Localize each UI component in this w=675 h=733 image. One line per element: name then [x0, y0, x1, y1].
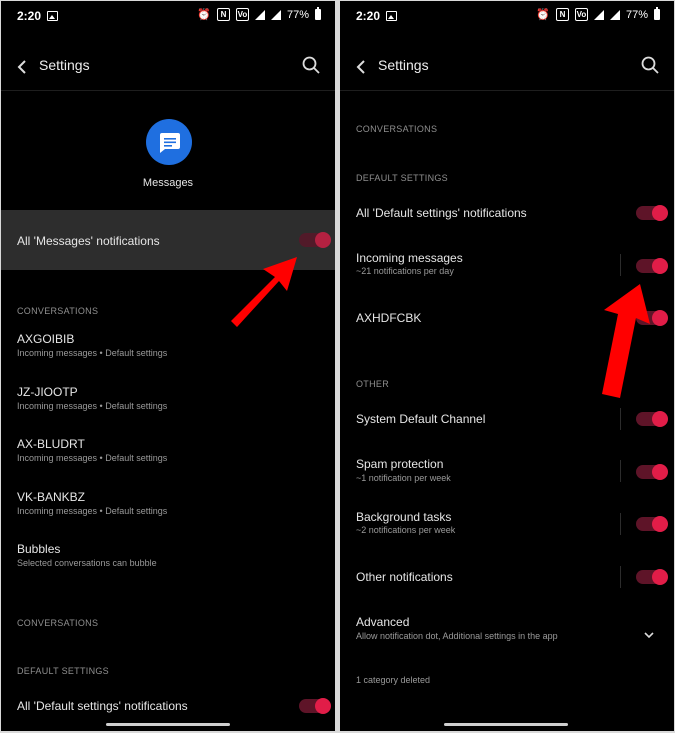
default-settings-header: DEFAULT SETTINGS	[17, 666, 109, 676]
background-tasks-title: Background tasks	[356, 510, 452, 524]
advanced-title: Advanced	[356, 615, 410, 629]
search-icon[interactable]	[640, 55, 660, 75]
app-bar-divider	[340, 90, 674, 91]
app-name: Messages	[142, 177, 194, 189]
volte-icon: Vo	[235, 8, 249, 21]
conversation-subtitle: Incoming messages • Default settings	[17, 401, 168, 411]
signal-icon	[609, 9, 620, 20]
incoming-messages-title: Incoming messages	[356, 251, 463, 265]
right-screen: 2:20 ⏰ N Vo 77% Settings CONVERSATIONS D…	[340, 1, 674, 731]
conversation-title: JZ-JIOOTP	[17, 385, 78, 399]
advanced-subtitle: Allow notification dot, Additional setti…	[356, 631, 558, 641]
gallery-icon	[47, 11, 58, 21]
battery-icon	[315, 7, 321, 20]
all-messages-notifications-label: All 'Messages' notifications	[17, 234, 160, 248]
incoming-messages-toggle[interactable]	[636, 258, 668, 274]
other-notifications-title: Other notifications	[356, 570, 453, 584]
row-separator	[620, 408, 621, 430]
signal-4g-icon	[593, 9, 604, 20]
chat-bubble-icon	[160, 133, 180, 153]
spam-protection-toggle[interactable]	[636, 464, 668, 480]
default-all-toggle[interactable]	[636, 205, 668, 221]
messages-app-icon	[146, 119, 192, 165]
axhdfcbk-title: AXHDFCBK	[356, 311, 422, 325]
conversation-title: VK-BANKBZ	[17, 490, 86, 504]
red-arrow-annotation	[231, 257, 297, 327]
conversations-header: CONVERSATIONS	[17, 306, 99, 316]
red-arrow-annotation	[602, 284, 650, 398]
status-bar: 2:20 ⏰ N Vo 77%	[340, 1, 674, 33]
nfc-icon: N	[555, 8, 569, 21]
battery-percent: 77%	[286, 8, 309, 21]
signal-4g-icon	[254, 9, 265, 20]
row-separator	[620, 566, 621, 588]
status-time: 2:20	[356, 9, 381, 23]
page-title: Settings	[39, 57, 90, 73]
default-settings-header: DEFAULT SETTINGS	[356, 173, 448, 183]
bubbles-subtitle: Selected conversations can bubble	[17, 558, 157, 568]
incoming-messages-subtitle: ~21 notifications per day	[356, 266, 454, 276]
default-all-notifications-label: All 'Default settings' notifications	[356, 206, 527, 220]
search-icon[interactable]	[301, 55, 321, 75]
app-bar: Settings	[1, 41, 335, 89]
signal-icon	[270, 9, 281, 20]
conversation-subtitle: Incoming messages • Default settings	[17, 348, 168, 358]
system-default-channel-toggle[interactable]	[636, 411, 668, 427]
battery-icon	[654, 7, 660, 20]
app-bar-divider	[1, 90, 335, 91]
conversation-subtitle: Incoming messages • Default settings	[17, 453, 168, 463]
deleted-categories-note: 1 category deleted	[356, 675, 431, 685]
all-messages-toggle[interactable]	[299, 232, 331, 248]
default-all-notifications-label: All 'Default settings' notifications	[17, 699, 188, 713]
spam-protection-subtitle: ~1 notification per week	[356, 473, 451, 483]
app-bar: Settings	[340, 41, 674, 89]
system-default-channel-title: System Default Channel	[356, 412, 486, 426]
background-tasks-subtitle: ~2 notifications per week	[356, 525, 456, 535]
conversation-title: AXGOIBIB	[17, 332, 75, 346]
home-indicator[interactable]	[106, 723, 230, 726]
row-separator	[620, 460, 621, 482]
bubbles-title: Bubbles	[17, 542, 61, 556]
volte-icon: Vo	[574, 8, 588, 21]
row-separator	[620, 513, 621, 535]
default-all-toggle[interactable]	[299, 698, 331, 714]
row-separator	[620, 254, 621, 276]
status-bar: 2:20 ⏰ N Vo 77%	[1, 1, 335, 33]
back-arrow-icon[interactable]	[352, 57, 372, 77]
conversations-header-2: CONVERSATIONS	[17, 618, 99, 628]
alarm-icon: ⏰	[197, 9, 211, 21]
conversation-subtitle: Incoming messages • Default settings	[17, 506, 168, 516]
home-indicator[interactable]	[444, 723, 568, 726]
conversations-header: CONVERSATIONS	[356, 124, 438, 134]
gallery-icon	[386, 11, 397, 21]
spam-protection-title: Spam protection	[356, 457, 444, 471]
chevron-down-icon[interactable]	[643, 629, 655, 641]
alarm-icon: ⏰	[536, 9, 550, 21]
page-title: Settings	[378, 57, 429, 73]
status-time: 2:20	[17, 9, 42, 23]
back-arrow-icon[interactable]	[13, 57, 33, 77]
other-notifications-toggle[interactable]	[636, 569, 668, 585]
left-screen: 2:20 ⏰ N Vo 77% Settings Messages All 'M…	[1, 1, 335, 731]
battery-percent: 77%	[625, 8, 648, 21]
background-tasks-toggle[interactable]	[636, 516, 668, 532]
other-header: OTHER	[356, 379, 389, 389]
conversation-title: AX-BLUDRT	[17, 437, 85, 451]
nfc-icon: N	[216, 8, 230, 21]
